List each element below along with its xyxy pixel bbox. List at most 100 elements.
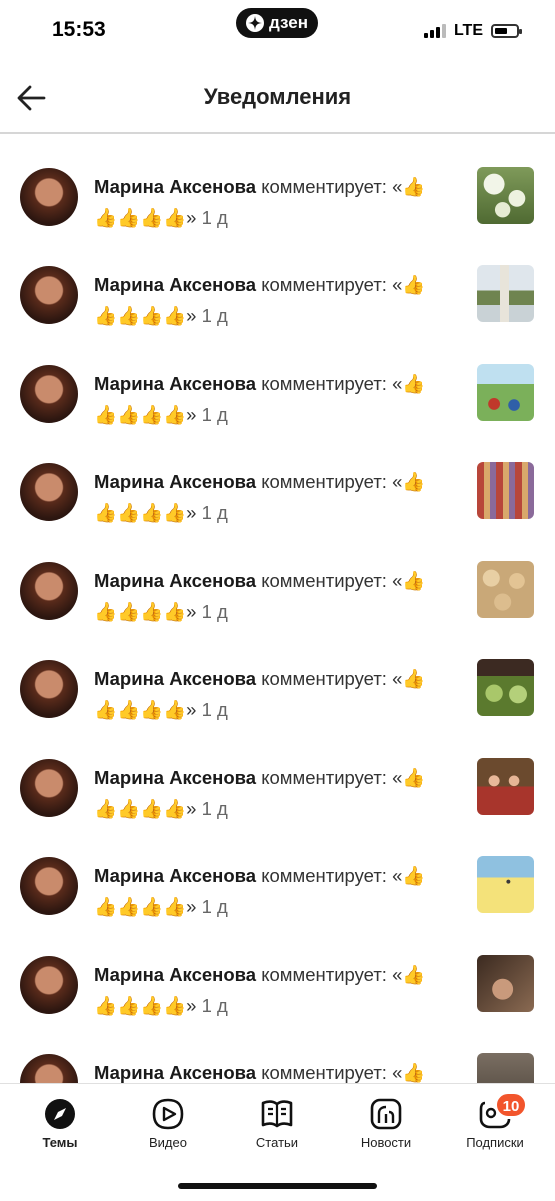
signal-icon bbox=[423, 24, 446, 38]
notification-text[interactable]: Марина Аксенова комментирует: «👍 👍👍👍👍» 1 … bbox=[94, 466, 454, 528]
comment-text: комментирует: «👍 bbox=[261, 1062, 426, 1083]
notifications-list[interactable]: Марина Аксенова комментирует: «👍 👍👍👍👍» 1 … bbox=[0, 135, 555, 1083]
author-name[interactable]: Марина Аксенова bbox=[94, 570, 256, 591]
timestamp: 1 д bbox=[201, 305, 228, 326]
article-thumbnail[interactable] bbox=[477, 955, 534, 1012]
notification-text[interactable]: Марина Аксенова комментирует: «👍 👍👍👍👍» 1 … bbox=[94, 269, 454, 331]
comment-text: комментирует: «👍 bbox=[261, 274, 426, 295]
article-thumbnail[interactable] bbox=[477, 167, 534, 224]
comment-text: комментирует: «👍 bbox=[261, 964, 426, 985]
notification-text[interactable]: Марина Аксенова комментирует: «👍 👍👍👍👍» 1 … bbox=[94, 762, 454, 824]
notification-text[interactable]: Марина Аксенова комментирует: «👍 👍👍👍👍» 1 … bbox=[94, 663, 454, 725]
timestamp: 1 д bbox=[201, 896, 228, 917]
comment-text-continued: 👍👍👍👍» bbox=[94, 896, 202, 917]
notification-text[interactable]: Марина Аксенова комментирует: «👍 👍👍👍👍» 1 … bbox=[94, 959, 454, 1021]
avatar[interactable] bbox=[20, 463, 78, 521]
notification-text[interactable]: Марина Аксенова комментирует: «👍 👍👍👍👍» 1 … bbox=[94, 171, 454, 233]
avatar[interactable] bbox=[20, 168, 78, 226]
author-name[interactable]: Марина Аксенова bbox=[94, 176, 256, 197]
avatar[interactable] bbox=[20, 365, 78, 423]
comment-text-continued: 👍👍👍👍» bbox=[94, 404, 202, 425]
network-type: LTE bbox=[453, 22, 483, 39]
timestamp: 1 д bbox=[201, 502, 228, 523]
book-icon bbox=[261, 1100, 293, 1128]
notification-text[interactable]: Марина Аксенова комментирует: «👍 👍👍👍👍» 1 … bbox=[94, 860, 454, 922]
author-name[interactable]: Марина Аксенова bbox=[94, 767, 256, 788]
avatar[interactable] bbox=[20, 857, 78, 915]
notification-item[interactable]: Марина Аксенова комментирует: «👍 👍👍👍👍» 1 … bbox=[0, 726, 555, 824]
article-thumbnail[interactable] bbox=[477, 758, 534, 815]
dzen-brand-pill[interactable]: дзен bbox=[236, 8, 318, 38]
timestamp: 1 д bbox=[201, 404, 228, 425]
article-thumbnail[interactable] bbox=[477, 462, 534, 519]
article-thumbnail[interactable] bbox=[477, 265, 534, 322]
article-thumbnail[interactable] bbox=[477, 561, 534, 618]
notification-text[interactable]: Марина Аксенова комментирует: «👍 👍👍👍👍» 1 … bbox=[94, 368, 454, 430]
avatar[interactable] bbox=[20, 562, 78, 620]
avatar[interactable] bbox=[20, 1054, 78, 1083]
tab-themes[interactable]: Темы bbox=[10, 1096, 110, 1150]
comment-text: комментирует: «👍 bbox=[261, 865, 426, 886]
news-icon bbox=[370, 1098, 402, 1130]
avatar[interactable] bbox=[20, 759, 78, 817]
author-name[interactable]: Марина Аксенова bbox=[94, 471, 256, 492]
comment-text-continued: 👍👍👍👍» bbox=[94, 699, 202, 720]
timestamp: 1 д bbox=[201, 207, 228, 228]
tab-articles[interactable]: Статьи bbox=[227, 1096, 327, 1150]
avatar[interactable] bbox=[20, 956, 78, 1014]
brand-label: дзен bbox=[269, 13, 308, 32]
comment-text-continued: 👍👍👍👍» bbox=[94, 798, 202, 819]
timestamp: 1 д bbox=[201, 601, 228, 622]
tab-news[interactable]: Новости bbox=[336, 1096, 436, 1150]
status-indicators: LTE bbox=[423, 22, 522, 40]
comment-text: комментирует: «👍 bbox=[261, 471, 426, 492]
video-icon bbox=[152, 1098, 184, 1130]
comment-text: комментирует: «👍 bbox=[261, 373, 426, 394]
tab-label: Статьи bbox=[255, 1135, 299, 1150]
home-indicator bbox=[178, 1183, 377, 1189]
comment-text-continued: 👍👍👍👍» bbox=[94, 601, 202, 622]
status-bar: 15:53 дзен LTE bbox=[0, 0, 555, 60]
notification-item[interactable]: Марина Аксенова комментирует: «👍 👍👍👍👍» 1 … bbox=[0, 627, 555, 725]
article-thumbnail[interactable] bbox=[477, 364, 534, 421]
timestamp: 1 д bbox=[201, 699, 228, 720]
notification-item[interactable]: Марина Аксенова комментирует: «👍 👍👍👍👍» 1 … bbox=[0, 529, 555, 627]
comment-text: комментирует: «👍 bbox=[261, 570, 426, 591]
notification-badge: 10 bbox=[495, 1092, 527, 1118]
notification-item[interactable]: Марина Аксенова комментирует: «👍 bbox=[0, 1021, 555, 1083]
dzen-logo-icon bbox=[246, 14, 265, 32]
comment-text-continued: 👍👍👍👍» bbox=[94, 995, 202, 1016]
status-time: 15:53 bbox=[52, 18, 106, 41]
tab-label: Новости bbox=[360, 1135, 412, 1150]
comment-text: комментирует: «👍 bbox=[261, 767, 426, 788]
timestamp: 1 д bbox=[201, 995, 228, 1016]
notification-item[interactable]: Марина Аксенова комментирует: «👍 👍👍👍👍» 1 … bbox=[0, 135, 555, 233]
author-name[interactable]: Марина Аксенова bbox=[94, 964, 256, 985]
author-name[interactable]: Марина Аксенова bbox=[94, 274, 256, 295]
notification-item[interactable]: Марина Аксенова комментирует: «👍 👍👍👍👍» 1 … bbox=[0, 824, 555, 922]
article-thumbnail[interactable] bbox=[477, 856, 534, 913]
tab-label: Темы bbox=[42, 1135, 78, 1150]
comment-text-continued: 👍👍👍👍» bbox=[94, 502, 202, 523]
tab-video[interactable]: Видео bbox=[118, 1096, 218, 1150]
notification-text[interactable]: Марина Аксенова комментирует: «👍 bbox=[94, 1057, 454, 1083]
notification-item[interactable]: Марина Аксенова комментирует: «👍 👍👍👍👍» 1 … bbox=[0, 233, 555, 331]
article-thumbnail[interactable] bbox=[477, 1053, 534, 1083]
comment-text-continued: 👍👍👍👍» bbox=[94, 207, 202, 228]
article-thumbnail[interactable] bbox=[477, 659, 534, 716]
comment-text: комментирует: «👍 bbox=[261, 176, 426, 197]
author-name[interactable]: Марина Аксенова bbox=[94, 373, 256, 394]
tab-subscriptions[interactable]: 10 Подписки bbox=[445, 1092, 545, 1150]
timestamp: 1 д bbox=[201, 798, 228, 819]
avatar[interactable] bbox=[20, 660, 78, 718]
author-name[interactable]: Марина Аксенова bbox=[94, 668, 256, 689]
avatar[interactable] bbox=[20, 266, 78, 324]
author-name[interactable]: Марина Аксенова bbox=[94, 865, 256, 886]
comment-text-continued: 👍👍👍👍» bbox=[94, 305, 202, 326]
notification-item[interactable]: Марина Аксенова комментирует: «👍 👍👍👍👍» 1 … bbox=[0, 923, 555, 1021]
tab-label: Подписки bbox=[466, 1135, 524, 1150]
notification-item[interactable]: Марина Аксенова комментирует: «👍 👍👍👍👍» 1 … bbox=[0, 332, 555, 430]
notification-item[interactable]: Марина Аксенова комментирует: «👍 👍👍👍👍» 1 … bbox=[0, 430, 555, 528]
notification-text[interactable]: Марина Аксенова комментирует: «👍 👍👍👍👍» 1 … bbox=[94, 565, 454, 627]
author-name[interactable]: Марина Аксенова bbox=[94, 1062, 256, 1083]
